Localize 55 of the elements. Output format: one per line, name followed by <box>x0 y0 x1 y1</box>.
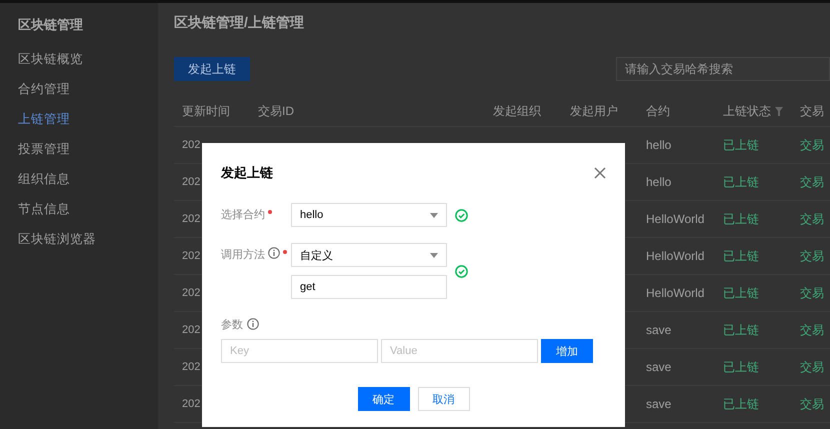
table-cell: 交易 <box>792 127 830 164</box>
column-label: 交易ID <box>258 103 294 120</box>
input-field[interactable]: get <box>291 275 447 299</box>
table-cell: 已上链 <box>715 349 792 386</box>
column-label: 交易 <box>800 103 824 120</box>
confirm-button[interactable]: 确定 <box>358 387 410 411</box>
column-label: 发起用户 <box>570 103 618 120</box>
column-label: 上链状态 <box>723 103 771 120</box>
value-field[interactable]: Value <box>381 339 538 363</box>
sidebar-item[interactable]: 区块链概览 <box>18 51 158 81</box>
start-chain-button[interactable]: 发起上链 <box>174 57 250 81</box>
sidebar-item[interactable]: 投票管理 <box>18 141 158 171</box>
table-cell: 已上链 <box>715 312 792 349</box>
filter-icon[interactable] <box>775 107 783 116</box>
table-cell: HelloWorld <box>638 275 715 312</box>
page-title: 区块链管理/上链管理 <box>174 13 305 32</box>
table-cell: 交易 <box>792 312 830 349</box>
table-cell: hello <box>638 164 715 201</box>
table-cell: 交易 <box>792 238 830 275</box>
table-cell: 已上链 <box>715 164 792 201</box>
table-cell: save <box>638 386 715 423</box>
add-button[interactable]: 增加 <box>541 339 593 363</box>
table-cell: 已上链 <box>715 238 792 275</box>
table-cell: 已上链 <box>715 386 792 423</box>
search-field[interactable]: 请输入交易哈希搜索 <box>616 57 830 81</box>
sidebar-item[interactable]: 合约管理 <box>18 81 158 111</box>
column-label: 更新时间 <box>182 103 230 120</box>
table-cell: 已上链 <box>715 275 792 312</box>
table-cell: 交易 <box>792 201 830 238</box>
sidebar-item[interactable]: 区块链浏览器 <box>18 231 158 261</box>
table-cell: hello <box>638 127 715 164</box>
table-cell: 交易 <box>792 275 830 312</box>
table-cell: HelloWorld <box>638 201 715 238</box>
column-label: 合约 <box>646 103 670 120</box>
table-cell: 交易 <box>792 349 830 386</box>
column-label: 发起组织 <box>493 103 541 120</box>
select-field[interactable]: hello <box>291 203 447 227</box>
field-label: 参数 <box>221 318 243 332</box>
table-cell: 已上链 <box>715 201 792 238</box>
sidebar-item[interactable]: 组织信息 <box>18 171 158 201</box>
select-field[interactable]: 自定义 <box>291 243 447 267</box>
table-cell: 已上链 <box>715 127 792 164</box>
sidebar-title: 区块链管理 <box>18 17 84 34</box>
sidebar-item[interactable]: 节点信息 <box>18 201 158 231</box>
table-cell: save <box>638 349 715 386</box>
caret-icon <box>430 212 438 218</box>
caret-icon <box>430 252 438 258</box>
table-cell: 交易 <box>792 386 830 423</box>
sidebar-item[interactable]: 上链管理 <box>18 111 158 141</box>
table-cell: 交易 <box>792 164 830 201</box>
table-cell: HelloWorld <box>638 238 715 275</box>
cancel-button[interactable]: 取消 <box>418 387 470 411</box>
close-button[interactable] <box>594 167 606 179</box>
table-cell: save <box>638 312 715 349</box>
key-field[interactable]: Key <box>221 339 378 363</box>
